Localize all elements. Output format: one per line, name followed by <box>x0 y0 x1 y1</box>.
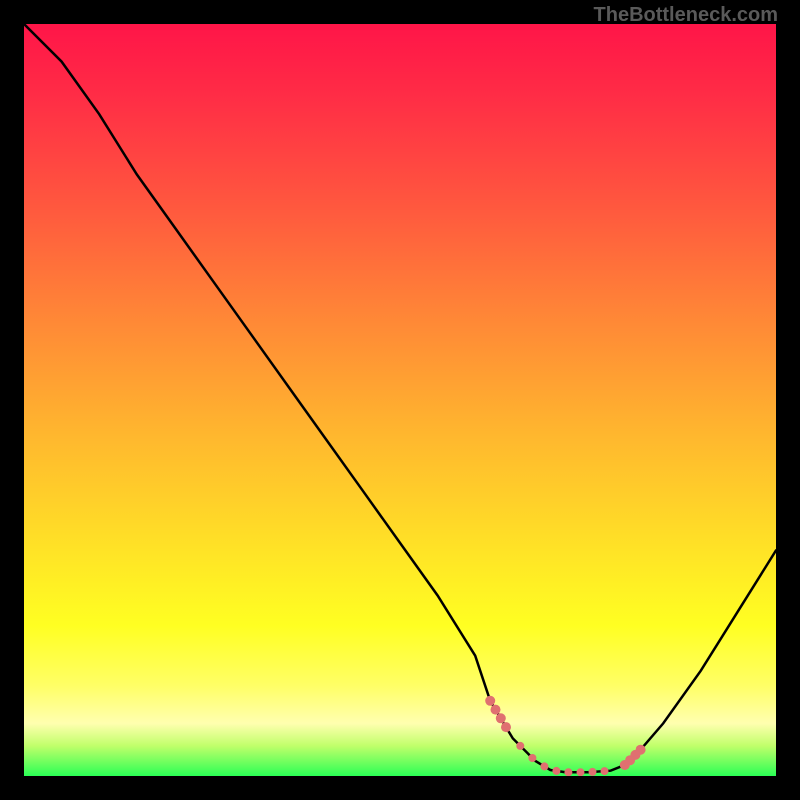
chart-svg <box>24 24 776 776</box>
bottleneck-curve <box>24 24 776 772</box>
plot-area <box>24 24 776 776</box>
optimal-range-dots <box>485 696 645 776</box>
watermark-text: TheBottleneck.com <box>594 4 778 27</box>
